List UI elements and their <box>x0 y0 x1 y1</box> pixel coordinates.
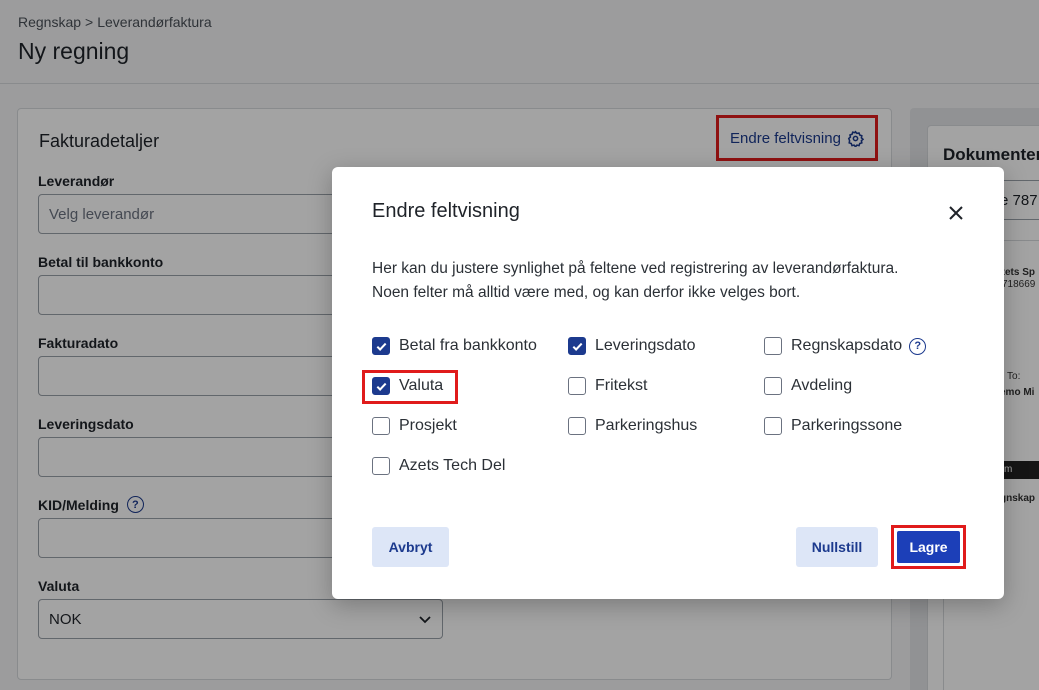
option-betal-fra-bankkonto[interactable]: Betal fra bankkonto <box>372 337 537 355</box>
option-valuta[interactable]: Valuta <box>372 377 443 395</box>
checkmark-icon <box>572 342 582 351</box>
checkbox[interactable] <box>568 417 586 435</box>
option-parkeringssone[interactable]: Parkeringssone <box>764 417 902 435</box>
option-label: Azets Tech Del <box>399 457 506 474</box>
option-azets-tech-del[interactable]: Azets Tech Del <box>372 457 505 475</box>
option-label: Parkeringssone <box>791 417 903 434</box>
field-view-dialog: Endre feltvisning Her kan du justere syn… <box>332 167 1004 599</box>
save-button[interactable]: Lagre <box>897 531 960 563</box>
checkbox[interactable] <box>764 417 782 435</box>
close-icon <box>949 206 963 220</box>
save-button-highlight: Lagre <box>891 525 966 569</box>
option-parkeringshus[interactable]: Parkeringshus <box>568 417 697 435</box>
dialog-description-line-1: Her kan du justere synlighet på feltene … <box>372 260 899 277</box>
dialog-title: Endre feltvisning <box>372 200 520 222</box>
checkbox[interactable] <box>568 377 586 395</box>
checkmark-icon <box>376 382 386 391</box>
option-label: Valuta <box>399 377 444 394</box>
checkbox[interactable] <box>568 337 586 355</box>
option-fritekst[interactable]: Fritekst <box>568 377 647 395</box>
reset-button[interactable]: Nullstill <box>796 527 878 567</box>
dialog-description: Her kan du justere synlighet på feltene … <box>372 257 972 305</box>
option-label: Avdeling <box>791 377 853 394</box>
close-button[interactable] <box>944 201 968 225</box>
checkbox[interactable] <box>372 457 390 475</box>
option-label: Fritekst <box>595 377 648 394</box>
dialog-description-line-2: Noen felter må alltid være med, og kan d… <box>372 284 801 301</box>
option-label: Prosjekt <box>399 417 457 434</box>
checkbox[interactable] <box>372 337 390 355</box>
option-prosjekt[interactable]: Prosjekt <box>372 417 457 435</box>
checkbox[interactable] <box>372 377 390 395</box>
checkbox[interactable] <box>764 377 782 395</box>
cancel-button[interactable]: Avbryt <box>372 527 449 567</box>
option-regnskapsdato[interactable]: Regnskapsdato ? <box>764 337 927 355</box>
checkbox[interactable] <box>764 337 782 355</box>
option-label: Betal fra bankkonto <box>399 337 537 354</box>
option-label: Leveringsdato <box>595 337 696 354</box>
option-leveringsdato[interactable]: Leveringsdato <box>568 337 696 355</box>
option-label: Regnskapsdato <box>791 337 903 354</box>
help-icon[interactable]: ? <box>909 337 927 355</box>
checkmark-icon <box>376 342 386 351</box>
checkbox[interactable] <box>372 417 390 435</box>
option-avdeling[interactable]: Avdeling <box>764 377 852 395</box>
option-label: Parkeringshus <box>595 417 698 434</box>
